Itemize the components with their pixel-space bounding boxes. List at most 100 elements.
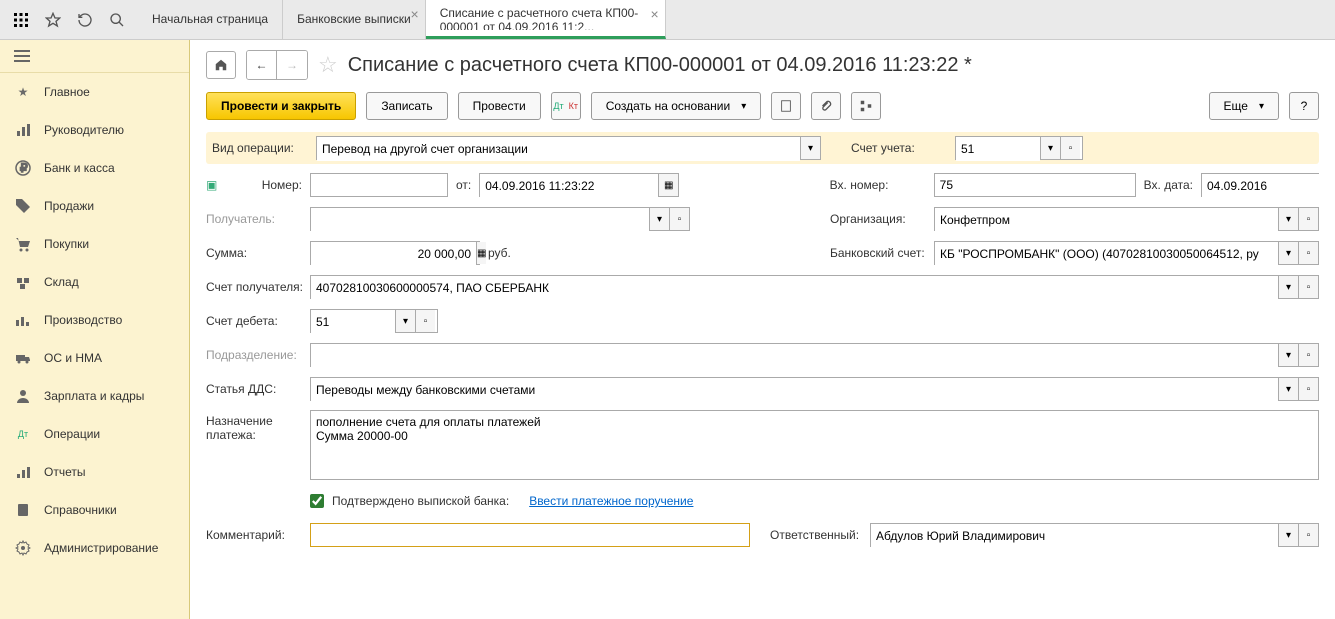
sidebar-label: ОС и НМА bbox=[44, 351, 102, 365]
account-input[interactable] bbox=[956, 137, 1040, 161]
dropdown-icon[interactable]: ▾ bbox=[1278, 378, 1298, 400]
sidebar-item-sales[interactable]: Продажи bbox=[0, 187, 189, 225]
debit-account-label: Счет дебета: bbox=[206, 314, 310, 328]
dds-input[interactable] bbox=[311, 378, 1278, 402]
in-number-input[interactable] bbox=[934, 173, 1136, 197]
sidebar-item-reports[interactable]: Отчеты bbox=[0, 453, 189, 491]
open-icon[interactable]: ▫ bbox=[1298, 378, 1318, 400]
report-icon bbox=[14, 463, 32, 481]
open-icon[interactable]: ▫ bbox=[1298, 344, 1318, 366]
dropdown-icon[interactable]: ▾ bbox=[1278, 208, 1298, 230]
tab-document[interactable]: Списание с расчетного счета КП00-000001 … bbox=[426, 0, 666, 39]
sidebar-item-main[interactable]: ★ Главное bbox=[0, 73, 189, 111]
star-icon[interactable] bbox=[38, 5, 68, 35]
bank-account-label: Банковский счет: bbox=[830, 246, 934, 260]
forward-button[interactable]: → bbox=[277, 51, 307, 79]
confirmed-checkbox[interactable] bbox=[310, 494, 324, 508]
open-icon[interactable]: ▫ bbox=[1298, 208, 1318, 230]
dropdown-icon[interactable]: ▾ bbox=[1278, 524, 1298, 546]
sidebar-item-operations[interactable]: Дт Операции bbox=[0, 415, 189, 453]
sidebar-label: Руководителю bbox=[44, 123, 124, 137]
close-icon[interactable]: × bbox=[651, 6, 659, 22]
open-icon[interactable]: ▫ bbox=[1060, 137, 1080, 159]
sidebar-label: Зарплата и кадры bbox=[44, 389, 144, 403]
sidebar-item-hr[interactable]: Зарплата и кадры bbox=[0, 377, 189, 415]
tab-home[interactable]: Начальная страница bbox=[138, 0, 283, 39]
dropdown-icon[interactable]: ▾ bbox=[1278, 242, 1298, 264]
recipient-label: Получатель: bbox=[206, 212, 310, 226]
sidebar-label: Главное bbox=[44, 85, 90, 99]
comment-input[interactable] bbox=[310, 523, 750, 547]
sidebar-item-production[interactable]: Производство bbox=[0, 301, 189, 339]
dropdown-icon[interactable]: ▾ bbox=[649, 208, 669, 230]
posted-icon: ▣ bbox=[206, 178, 224, 192]
svg-text:₽: ₽ bbox=[20, 161, 28, 175]
dropdown-icon[interactable]: ▾ bbox=[1278, 276, 1298, 298]
page-title: Списание с расчетного счета КП00-000001 … bbox=[348, 54, 972, 77]
enter-payment-link[interactable]: Ввести платежное поручение bbox=[529, 494, 693, 508]
open-icon[interactable]: ▫ bbox=[1298, 276, 1318, 298]
purpose-input[interactable] bbox=[310, 410, 1319, 480]
department-input bbox=[311, 344, 1278, 368]
dropdown-icon[interactable]: ▾ bbox=[395, 310, 415, 332]
tab-bank-statements[interactable]: Банковские выписки × bbox=[283, 0, 426, 39]
sidebar-item-catalogs[interactable]: Справочники bbox=[0, 491, 189, 529]
close-icon[interactable]: × bbox=[411, 6, 419, 22]
number-input[interactable] bbox=[310, 173, 448, 197]
sidebar-item-assets[interactable]: ОС и НМА bbox=[0, 339, 189, 377]
back-button[interactable]: ← bbox=[247, 51, 277, 79]
dt-kt-button[interactable]: ДтКт bbox=[551, 92, 581, 120]
recipient-account-input[interactable] bbox=[311, 276, 1278, 300]
top-toolbar: Начальная страница Банковские выписки × … bbox=[0, 0, 1335, 40]
open-icon[interactable]: ▫ bbox=[415, 310, 435, 332]
sidebar-label: Отчеты bbox=[44, 465, 85, 479]
attach-button[interactable] bbox=[811, 92, 841, 120]
purpose-label: Назначение платежа: bbox=[206, 410, 310, 442]
ruble-icon: ₽ bbox=[14, 159, 32, 177]
print-button[interactable] bbox=[771, 92, 801, 120]
sidebar-item-bank[interactable]: ₽ Банк и касса bbox=[0, 149, 189, 187]
calendar-icon[interactable]: ▦ bbox=[658, 174, 678, 196]
structure-button[interactable] bbox=[851, 92, 881, 120]
sidebar-item-purchases[interactable]: Покупки bbox=[0, 225, 189, 263]
help-button[interactable]: ? bbox=[1289, 92, 1319, 120]
sidebar-label: Банк и касса bbox=[44, 161, 115, 175]
debit-account-input[interactable] bbox=[311, 310, 395, 334]
date-input[interactable] bbox=[480, 174, 658, 198]
dropdown-icon[interactable]: ▾ bbox=[1278, 344, 1298, 366]
menu-toggle[interactable] bbox=[0, 40, 189, 73]
sum-input[interactable] bbox=[311, 242, 476, 266]
create-from-button[interactable]: Создать на основании bbox=[591, 92, 762, 120]
bank-account-input[interactable] bbox=[935, 242, 1278, 266]
save-button[interactable]: Записать bbox=[366, 92, 447, 120]
search-icon[interactable] bbox=[102, 5, 132, 35]
post-close-button[interactable]: Провести и закрыть bbox=[206, 92, 356, 120]
person-icon bbox=[14, 387, 32, 405]
dropdown-icon[interactable]: ▾ bbox=[1040, 137, 1060, 159]
book-icon bbox=[14, 501, 32, 519]
chart-icon bbox=[14, 121, 32, 139]
favorite-icon[interactable]: ☆ bbox=[318, 52, 338, 78]
sidebar-label: Покупки bbox=[44, 237, 89, 251]
in-date-input[interactable] bbox=[1202, 174, 1335, 198]
department-label: Подразделение: bbox=[206, 348, 310, 362]
responsible-input[interactable] bbox=[871, 524, 1278, 548]
more-button[interactable]: Еще bbox=[1209, 92, 1279, 120]
dropdown-icon[interactable]: ▾ bbox=[800, 137, 820, 159]
org-input[interactable] bbox=[935, 208, 1278, 232]
open-icon[interactable]: ▫ bbox=[1298, 242, 1318, 264]
op-type-label: Вид операции: bbox=[212, 141, 316, 155]
sidebar-item-admin[interactable]: Администрирование bbox=[0, 529, 189, 567]
sidebar-label: Продажи bbox=[44, 199, 94, 213]
open-icon[interactable]: ▫ bbox=[1298, 524, 1318, 546]
history-icon[interactable] bbox=[70, 5, 100, 35]
sidebar-item-warehouse[interactable]: Склад bbox=[0, 263, 189, 301]
sidebar-item-manager[interactable]: Руководителю bbox=[0, 111, 189, 149]
post-button[interactable]: Провести bbox=[458, 92, 541, 120]
op-type-input[interactable] bbox=[317, 137, 800, 161]
cart-icon bbox=[14, 235, 32, 253]
home-button[interactable] bbox=[206, 51, 236, 79]
apps-icon[interactable] bbox=[6, 5, 36, 35]
open-icon[interactable]: ▫ bbox=[669, 208, 689, 230]
dt-kt-icon: Дт bbox=[14, 425, 32, 443]
